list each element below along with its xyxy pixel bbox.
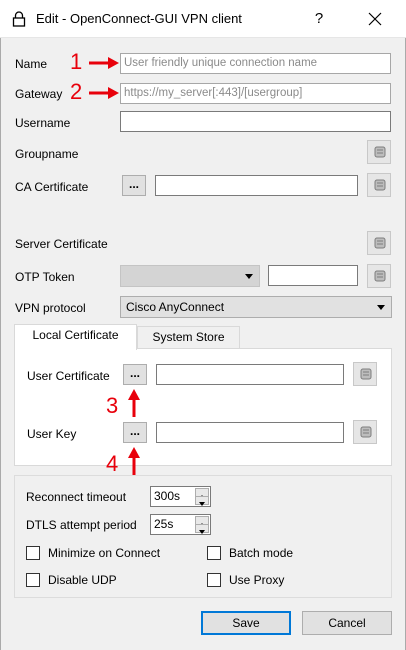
otp-token-clear-button[interactable] — [367, 264, 391, 288]
annotation-arrow-right-icon — [89, 87, 119, 99]
dtls-attempt-period-spinbox[interactable]: 25s — [150, 514, 211, 535]
close-icon — [368, 12, 382, 26]
window-border-left — [0, 38, 1, 650]
eraser-icon — [374, 146, 386, 158]
annotation-number-4: 4 — [106, 451, 119, 476]
close-button[interactable] — [362, 8, 388, 30]
user-certificate-browse-button[interactable]: ... — [123, 364, 147, 385]
annotation-arrow-up-icon — [128, 389, 140, 417]
minimize-on-connect-checkbox[interactable] — [26, 546, 40, 560]
tab-system-store[interactable]: System Store — [137, 326, 240, 350]
vpn-protocol-label: VPN protocol — [15, 301, 86, 315]
gateway-label: Gateway — [15, 87, 63, 101]
annotation-arrow-up-icon — [128, 447, 140, 475]
otp-token-type-select[interactable] — [120, 265, 260, 287]
username-label: Username — [15, 116, 71, 130]
tab-local-certificate[interactable]: Local Certificate — [14, 324, 137, 350]
save-button[interactable]: Save — [201, 611, 291, 635]
chevron-down-icon — [245, 274, 253, 279]
gateway-input[interactable]: https://my_server[:443]/[usergroup] — [120, 83, 391, 104]
eraser-icon — [360, 426, 372, 438]
server-certificate-label: Server Certificate — [15, 237, 108, 251]
annotation-number-3: 3 — [106, 393, 119, 418]
user-key-browse-button[interactable]: ... — [123, 422, 147, 443]
username-input[interactable] — [120, 111, 391, 132]
use-proxy-checkbox[interactable] — [207, 573, 221, 587]
user-certificate-input[interactable] — [156, 364, 344, 385]
disable-udp-label: Disable UDP — [48, 573, 117, 587]
ca-certificate-clear-button[interactable] — [367, 173, 391, 197]
dtls-attempt-period-label: DTLS attempt period — [26, 518, 137, 532]
reconnect-timeout-down-button[interactable] — [195, 496, 209, 506]
name-input[interactable]: User friendly unique connection name — [120, 53, 391, 74]
chevron-down-icon — [377, 305, 385, 310]
dtls-attempt-period-down-button[interactable] — [195, 524, 209, 534]
otp-token-label: OTP Token — [15, 270, 75, 284]
vpn-protocol-value: Cisco AnyConnect — [126, 300, 225, 314]
minimize-on-connect-label: Minimize on Connect — [48, 546, 161, 560]
user-key-clear-button[interactable] — [353, 420, 377, 444]
vpn-protocol-select[interactable]: Cisco AnyConnect — [120, 296, 392, 318]
eraser-icon — [374, 270, 386, 282]
groupname-label: Groupname — [15, 147, 79, 161]
triangle-down-icon — [199, 502, 205, 506]
reconnect-timeout-spinbox[interactable]: 300s — [150, 486, 211, 507]
ca-certificate-browse-button[interactable]: ... — [122, 175, 146, 196]
user-certificate-label: User Certificate — [27, 369, 110, 383]
lock-icon — [12, 11, 26, 27]
otp-token-input[interactable] — [268, 265, 358, 286]
groupname-clear-button[interactable] — [367, 140, 391, 164]
batch-mode-label: Batch mode — [229, 546, 294, 560]
cancel-button[interactable]: Cancel — [302, 611, 392, 635]
annotation-number-1: 1 — [70, 49, 83, 74]
help-button[interactable]: ? — [309, 8, 329, 30]
reconnect-timeout-value: 300s — [154, 489, 181, 503]
title-bar: Edit - OpenConnect-GUI VPN client ? — [0, 0, 406, 38]
ca-certificate-input[interactable] — [155, 175, 358, 196]
user-certificate-clear-button[interactable] — [353, 362, 377, 386]
batch-mode-checkbox[interactable] — [207, 546, 221, 560]
disable-udp-checkbox[interactable] — [26, 573, 40, 587]
eraser-icon — [360, 368, 372, 380]
eraser-icon — [374, 237, 386, 249]
user-key-input[interactable] — [156, 422, 344, 443]
server-certificate-clear-button[interactable] — [367, 231, 391, 255]
dtls-attempt-period-value: 25s — [154, 517, 174, 531]
window-title: Edit - OpenConnect-GUI VPN client — [36, 11, 242, 26]
eraser-icon — [374, 179, 386, 191]
use-proxy-label: Use Proxy — [229, 573, 285, 587]
annotation-number-2: 2 — [70, 79, 83, 104]
reconnect-timeout-label: Reconnect timeout — [26, 490, 127, 504]
triangle-down-icon — [199, 530, 205, 534]
user-key-label: User Key — [27, 427, 77, 441]
name-label: Name — [15, 57, 48, 71]
annotation-arrow-right-icon — [89, 57, 119, 69]
ca-certificate-label: CA Certificate — [15, 180, 89, 194]
